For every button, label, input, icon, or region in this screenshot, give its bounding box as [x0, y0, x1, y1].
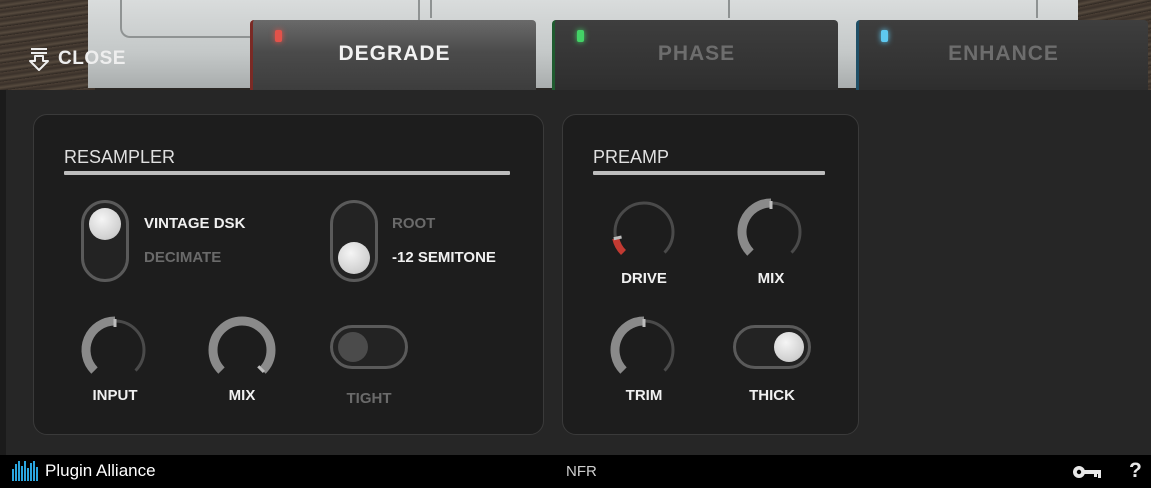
- tab-label: ENHANCE: [948, 42, 1059, 65]
- plugin-alliance-logo-icon: [12, 461, 39, 481]
- brand-name: Plugin Alliance: [45, 461, 156, 480]
- pitch-option-minus-12-semitone[interactable]: -12 SEMITONE: [392, 249, 496, 266]
- section-title: RESAMPLER: [64, 147, 176, 167]
- knob-value-arc: [612, 237, 627, 255]
- resampler-mode-toggle[interactable]: [81, 200, 129, 282]
- mode-option-vintage-dsk[interactable]: VINTAGE DSK: [144, 215, 245, 232]
- tab-phase[interactable]: PHASE: [552, 20, 838, 90]
- degrade-page: RESAMPLER VINTAGE DSK DECIMATE ROOT -12 …: [6, 90, 1151, 455]
- resampler-mix-knob-label: MIX: [228, 387, 256, 404]
- toggle-thumb: [338, 332, 368, 362]
- tab-led-indicator: [881, 30, 888, 42]
- tab-bar: CLOSE DEGRADE PHASE ENHANCE: [0, 0, 1151, 90]
- knob-value-arc: [208, 316, 276, 374]
- tab-enhance[interactable]: ENHANCE: [856, 20, 1148, 90]
- toggle-thumb: [338, 242, 370, 274]
- knob-pointer: [613, 235, 622, 241]
- tight-toggle-label: TIGHT: [346, 390, 392, 407]
- tab-led-indicator: [275, 30, 282, 42]
- section-title: PREAMP: [593, 147, 670, 167]
- knob-track: [613, 201, 675, 254]
- pitch-option-root[interactable]: ROOT: [392, 215, 435, 232]
- trim-knob[interactable]: [609, 315, 679, 381]
- drive-knob[interactable]: [609, 197, 679, 263]
- trim-knob-label: TRIM: [625, 387, 663, 404]
- collapse-arrow-icon: [29, 48, 49, 71]
- toggle-thumb: [774, 332, 804, 362]
- preamp-mix-knob-label: MIX: [757, 270, 785, 287]
- mode-option-decimate[interactable]: DECIMATE: [144, 249, 221, 266]
- preamp-mix-knob[interactable]: [736, 197, 806, 263]
- plugin-alliance-logo[interactable]: Plugin Alliance: [12, 461, 156, 481]
- toggle-thumb: [89, 208, 121, 240]
- thick-toggle[interactable]: [733, 325, 811, 369]
- knob-value-arc: [610, 316, 645, 374]
- key-icon[interactable]: [1072, 465, 1102, 479]
- tight-toggle[interactable]: [330, 325, 408, 369]
- tab-label: PHASE: [657, 42, 736, 65]
- help-icon[interactable]: ?: [1129, 459, 1142, 483]
- tab-degrade[interactable]: DEGRADE: [250, 20, 536, 90]
- close-label: CLOSE: [58, 48, 126, 69]
- close-button[interactable]: CLOSE: [26, 44, 126, 74]
- knob-value-arc: [737, 198, 772, 256]
- preamp-panel: PREAMP DRIVE MIX TRIM THICK: [562, 114, 859, 435]
- resampler-panel: RESAMPLER VINTAGE DSK DECIMATE ROOT -12 …: [33, 114, 544, 435]
- tab-led-indicator: [577, 30, 584, 42]
- drive-knob-label: DRIVE: [621, 270, 667, 287]
- knob-value-arc: [81, 316, 116, 374]
- resampler-pitch-toggle[interactable]: [330, 200, 378, 282]
- resampler-mix-knob[interactable]: [207, 315, 277, 381]
- status-bar: Plugin Alliance NFR ?: [0, 455, 1151, 488]
- tab-label: DEGRADE: [338, 42, 451, 65]
- input-knob-label: INPUT: [92, 387, 138, 404]
- section-divider: [64, 171, 510, 175]
- section-divider: [593, 171, 825, 175]
- license-status: NFR: [566, 463, 597, 480]
- input-knob[interactable]: [80, 315, 150, 381]
- thick-toggle-label: THICK: [749, 387, 795, 404]
